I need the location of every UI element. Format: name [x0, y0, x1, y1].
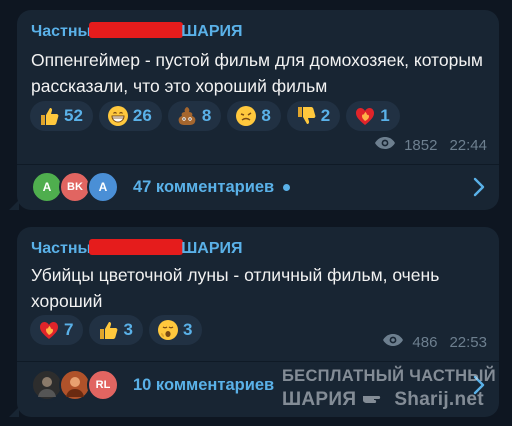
unread-dot	[283, 183, 291, 191]
chevron-right-icon[interactable]	[473, 177, 485, 202]
commenter-avatars: A BK A	[31, 171, 123, 203]
avatar: RL	[87, 369, 119, 401]
views-count: 486	[412, 333, 438, 351]
reaction-thumbs-up[interactable]: 52	[30, 101, 93, 131]
heart-on-fire-icon	[354, 105, 376, 127]
post-meta: 486 22:53	[382, 333, 487, 351]
reaction-woozy[interactable]: 8	[227, 101, 281, 131]
bubble-tail	[9, 407, 19, 417]
channel-name[interactable]: Частны ШАРИЯ	[31, 22, 243, 41]
post-meta: 1852 22:44	[374, 136, 487, 154]
reactions-bar: 52 26 8 8 2 1	[30, 101, 400, 131]
reaction-yawning[interactable]: 3	[148, 315, 203, 345]
pointing-hand-icon	[362, 388, 388, 412]
person-photo-icon	[66, 377, 84, 397]
avatar: A	[87, 171, 119, 203]
pile-of-poo-icon	[176, 105, 198, 127]
message-text: Убийцы цветочной луны - отличный фильм, …	[31, 265, 440, 311]
comments-count: 10 комментариев	[133, 375, 275, 394]
thumbs-up-icon	[97, 319, 119, 341]
views-icon	[382, 333, 404, 351]
views-icon	[374, 136, 396, 154]
comments-link[interactable]: A BK A 47 комментариев	[17, 164, 499, 210]
redaction-mark	[89, 22, 184, 38]
reaction-poo[interactable]: 8	[167, 101, 222, 131]
views-count: 1852	[404, 136, 438, 154]
post-time: 22:53	[449, 333, 487, 351]
message-text: Оппенгеймер - пустой фильм для домохозяе…	[31, 50, 483, 96]
redaction-mark	[89, 239, 184, 255]
heart-on-fire-icon	[38, 319, 60, 341]
channel-name[interactable]: Частны ШАРИЯ	[31, 239, 243, 258]
reaction-grinning[interactable]: 26	[98, 101, 162, 131]
reaction-heart-fire[interactable]: 1	[346, 101, 400, 131]
thumbs-up-icon	[38, 105, 60, 127]
message-bubble[interactable]: Частны ШАРИЯ Оппенгеймер - пустой фильм д…	[9, 10, 499, 210]
watermark: БЕСПЛАТНЫЙ ЧАСТНЫЙ ШАРИЯ Sharij.net	[282, 367, 496, 412]
post-time: 22:44	[449, 136, 487, 154]
reaction-thumbs-down[interactable]: 2	[286, 101, 341, 131]
woozy-face-icon	[235, 105, 257, 127]
thumbs-down-icon	[295, 105, 317, 127]
reaction-thumbs-up[interactable]: 3	[89, 315, 143, 345]
comments-count: 47 комментариев	[133, 177, 275, 196]
commenter-avatars: RL	[31, 369, 123, 401]
reaction-heart-fire[interactable]: 7	[30, 315, 84, 345]
reactions-bar: 7 3 3	[30, 315, 203, 345]
grinning-face-icon	[107, 105, 129, 127]
yawning-face-icon	[157, 319, 179, 341]
person-photo-icon	[38, 377, 56, 397]
